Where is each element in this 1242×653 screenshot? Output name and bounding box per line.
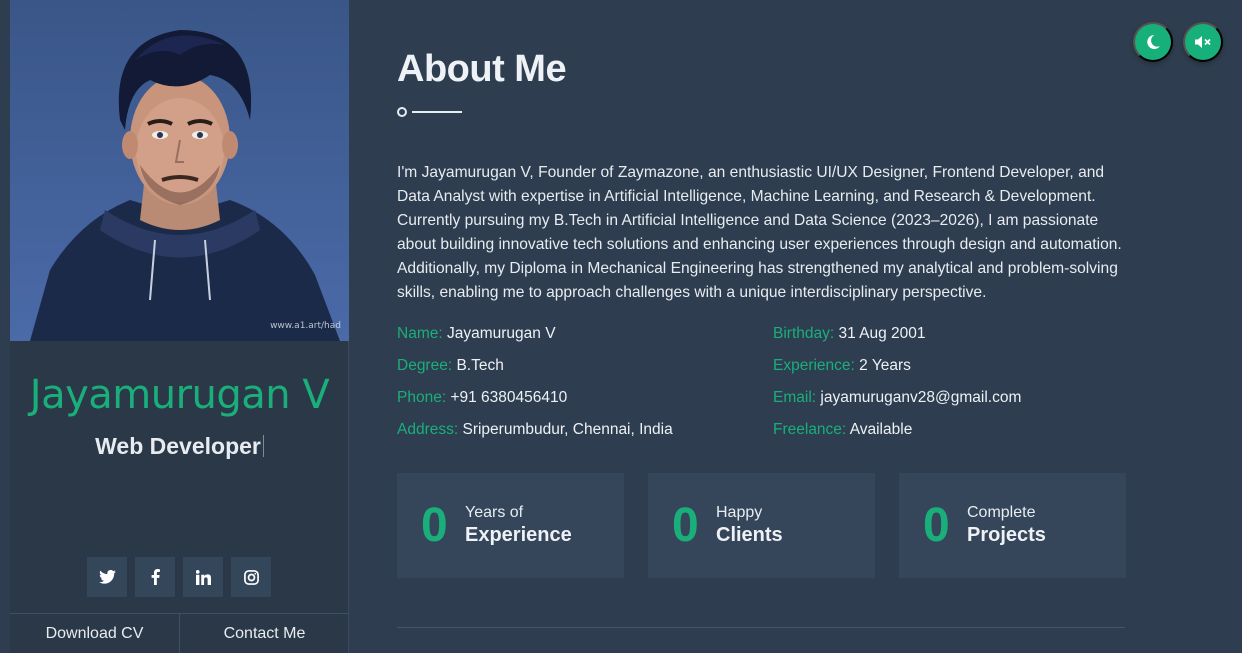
info-name: Name: Jayamurugan V <box>397 325 556 343</box>
stat-number: 0 <box>672 499 699 552</box>
info-value: +91 6380456410 <box>450 389 568 406</box>
info-value: jayamuruganv28@gmail.com <box>820 389 1022 406</box>
info-birthday: Birthday: 31 Aug 2001 <box>773 325 926 343</box>
info-label: Birthday: <box>773 325 835 342</box>
stat-label: Years of <box>465 504 524 521</box>
stats-row: 0 Years of Experience 0 Happy Clients 0 … <box>397 473 1126 578</box>
page-gutter <box>0 0 10 653</box>
stat-label: Happy <box>716 504 763 521</box>
instagram-link[interactable] <box>231 557 271 597</box>
info-label: Freelance: <box>773 421 847 438</box>
profile-role: Web Developer <box>10 433 349 460</box>
volume-mute-icon <box>1195 36 1211 48</box>
section-title: About Me <box>397 48 567 90</box>
info-value: Sriperumbudur, Chennai, India <box>462 421 673 438</box>
social-links <box>87 557 271 597</box>
profile-photo: www.a1.art/had <box>10 0 349 341</box>
title-decoration <box>397 107 467 117</box>
stat-title: Projects <box>967 524 1046 546</box>
info-label: Name: <box>397 325 443 342</box>
profile-role-text: Web Developer <box>95 433 261 459</box>
profile-photo-illustration <box>10 0 349 341</box>
info-value: Jayamurugan V <box>446 325 556 342</box>
info-label: Address: <box>397 421 459 438</box>
info-freelance: Freelance: Available <box>773 421 912 439</box>
stat-card-clients: 0 Happy Clients <box>648 473 875 578</box>
info-value: B.Tech <box>456 357 504 374</box>
download-cv-button[interactable]: Download CV <box>10 614 179 653</box>
contact-me-button[interactable]: Contact Me <box>179 614 349 653</box>
stat-label: Complete <box>967 504 1036 521</box>
photo-watermark: www.a1.art/had <box>270 321 341 331</box>
info-value: 2 Years <box>859 357 911 374</box>
twitter-icon <box>98 570 116 584</box>
section-divider <box>397 627 1125 628</box>
stat-number: 0 <box>421 499 448 552</box>
info-label: Phone: <box>397 389 447 406</box>
info-experience: Experience: 2 Years <box>773 357 911 375</box>
sidebar-actions: Download CV Contact Me <box>10 613 349 653</box>
twitter-link[interactable] <box>87 557 127 597</box>
theme-toggle-button[interactable] <box>1133 22 1173 62</box>
info-label: Experience: <box>773 357 855 374</box>
stat-number: 0 <box>923 499 950 552</box>
stat-card-experience: 0 Years of Experience <box>397 473 624 578</box>
facebook-link[interactable] <box>135 557 175 597</box>
profile-name: Jayamurugan V <box>29 372 330 418</box>
stat-title: Experience <box>465 524 572 546</box>
info-email: Email: jayamuruganv28@gmail.com <box>773 389 1021 407</box>
stat-title: Clients <box>716 524 783 546</box>
info-label: Degree: <box>397 357 453 374</box>
linkedin-link[interactable] <box>183 557 223 597</box>
info-address: Address: Sriperumbudur, Chennai, India <box>397 421 673 439</box>
typing-caret <box>262 435 264 457</box>
info-value: 31 Aug 2001 <box>838 325 926 342</box>
moon-icon <box>1147 34 1160 49</box>
profile-sidebar: www.a1.art/had Jayamurugan V Web Develop… <box>10 0 349 653</box>
info-degree: Degree: B.Tech <box>397 357 504 375</box>
info-phone: Phone: +91 6380456410 <box>397 389 567 407</box>
info-label: Email: <box>773 389 817 406</box>
linkedin-icon <box>195 569 211 585</box>
info-value: Available <box>849 421 913 438</box>
instagram-icon <box>243 569 259 585</box>
sound-toggle-button[interactable] <box>1183 22 1223 62</box>
stat-card-projects: 0 Complete Projects <box>899 473 1126 578</box>
title-decoration-dot <box>397 107 407 117</box>
bio-paragraph: I'm Jayamurugan V, Founder of Zaymazone,… <box>397 164 1122 301</box>
facebook-icon <box>151 569 160 585</box>
about-section: About Me I'm Jayamurugan V, Founder of Z… <box>349 0 1242 653</box>
title-decoration-line <box>412 111 462 113</box>
